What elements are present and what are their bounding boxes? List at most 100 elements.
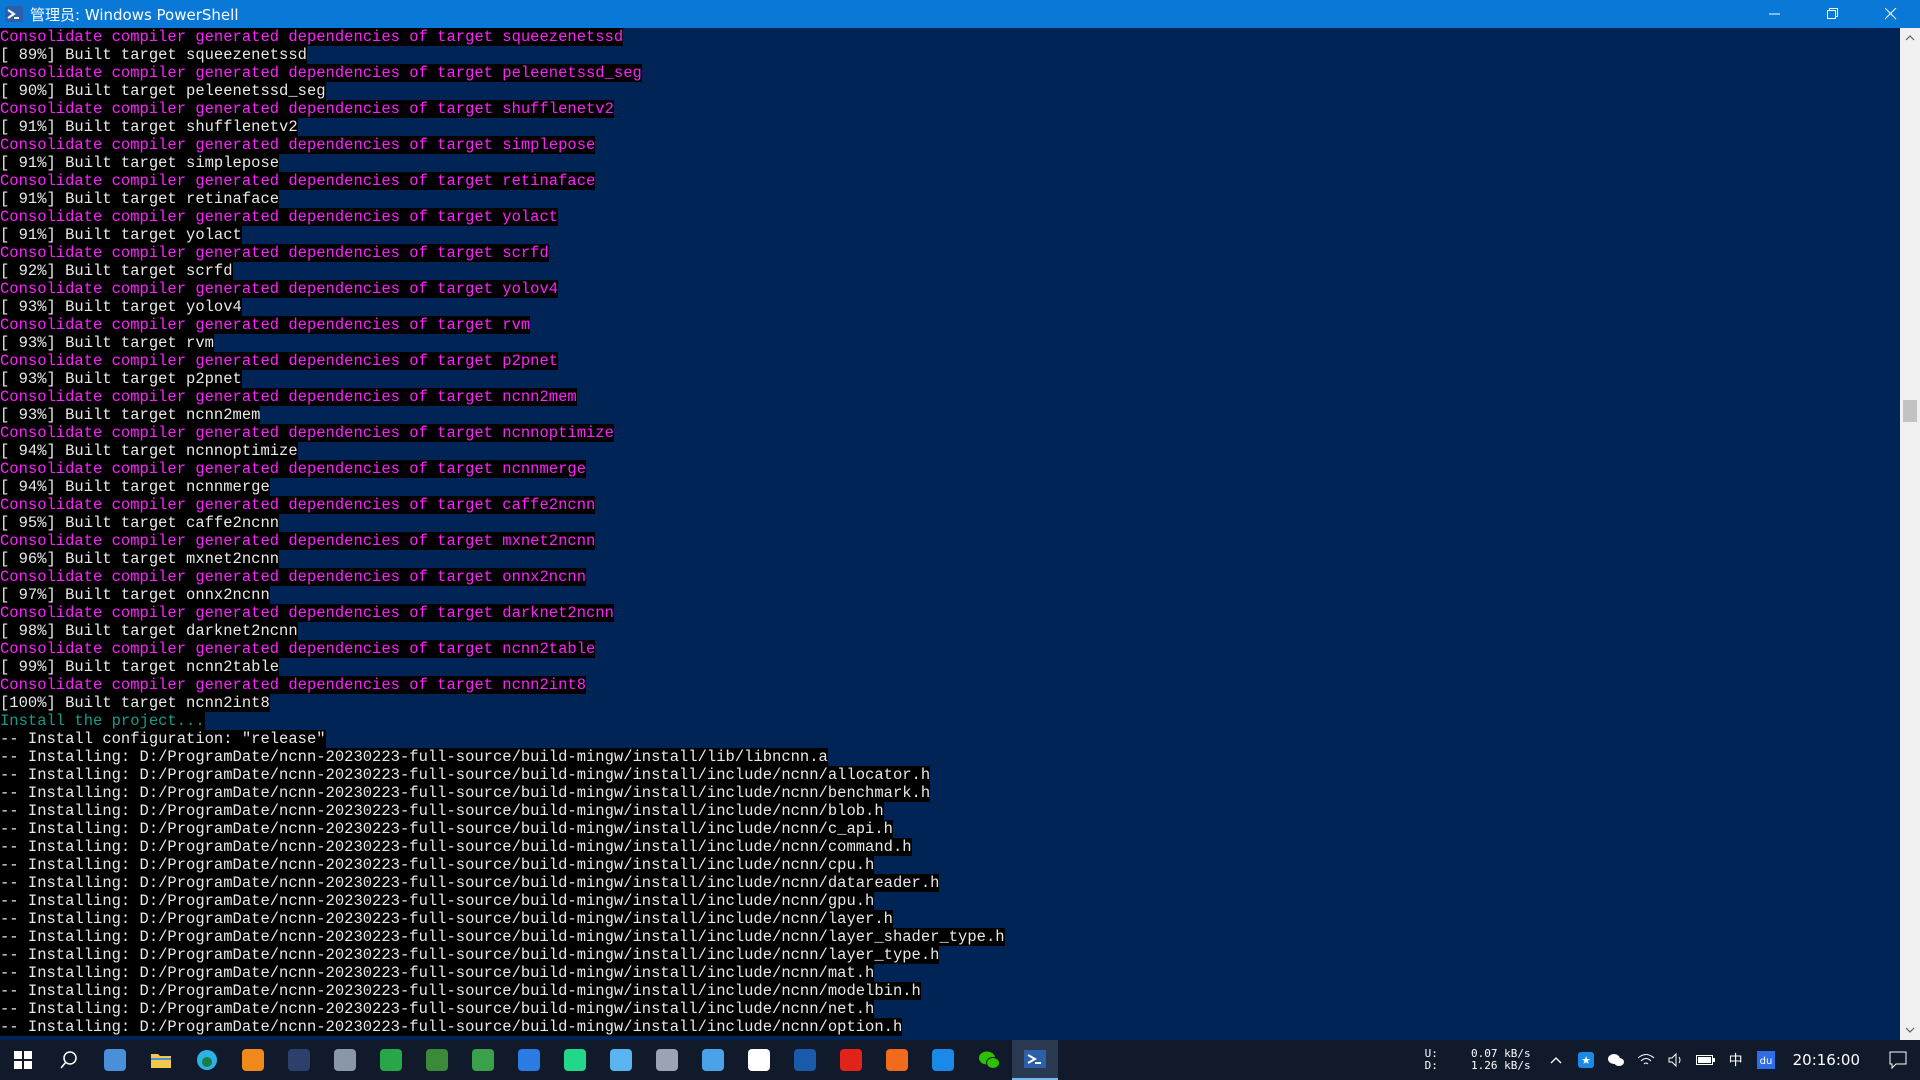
wifi-button[interactable]	[1631, 1040, 1661, 1080]
console-line: [ 95%] Built target caffe2ncnn	[0, 514, 1900, 532]
tray-app-baidu[interactable]: du	[1751, 1040, 1781, 1080]
title-bar: 管理员: Windows PowerShell	[0, 0, 1920, 28]
console-output[interactable]: Consolidate compiler generated dependenc…	[0, 28, 1900, 1040]
console-line-text: -- Installing: D:/ProgramDate/ncnn-20230…	[0, 856, 875, 874]
console-line: -- Installing: D:/ProgramDate/ncnn-20230…	[0, 874, 1900, 892]
console-line: -- Installing: D:/ProgramDate/ncnn-20230…	[0, 946, 1900, 964]
restore-button[interactable]	[1804, 0, 1862, 28]
search-icon	[59, 1050, 79, 1070]
console-line: -- Install configuration: "release"	[0, 730, 1900, 748]
wechat-icon	[978, 1050, 1000, 1070]
console-line: Consolidate compiler generated dependenc…	[0, 244, 1900, 262]
tray-app-star[interactable]: ★	[1571, 1040, 1601, 1080]
taskbar-app-star[interactable]	[920, 1040, 966, 1080]
search-button[interactable]	[46, 1040, 92, 1080]
console-line: -- Installing: D:/ProgramDate/ncnn-20230…	[0, 784, 1900, 802]
console-line: Consolidate compiler generated dependenc…	[0, 388, 1900, 406]
console-line-text: -- Installing: D:/ProgramDate/ncnn-20230…	[0, 838, 912, 856]
console-line-text: [ 93%] Built target rvm	[0, 334, 214, 352]
console-line: [ 91%] Built target retinaface	[0, 190, 1900, 208]
app-icon	[656, 1049, 678, 1071]
console-line-text: [ 92%] Built target scrfd	[0, 262, 233, 280]
taskbar-app-1[interactable]	[92, 1040, 138, 1080]
taskbar-app-mail[interactable]	[690, 1040, 736, 1080]
console-line-text: -- Installing: D:/ProgramDate/ncnn-20230…	[0, 964, 875, 982]
taskbar-app-calculator[interactable]	[322, 1040, 368, 1080]
taskbar-app-edge[interactable]	[184, 1040, 230, 1080]
taskbar-app-wechat[interactable]	[966, 1040, 1012, 1080]
console-line-text: [ 93%] Built target yolov4	[0, 298, 242, 316]
tray-app-wechat[interactable]	[1601, 1040, 1631, 1080]
taskbar-app-gear[interactable]	[644, 1040, 690, 1080]
app-icon	[840, 1049, 862, 1071]
console-line-text: Consolidate compiler generated dependenc…	[0, 208, 559, 226]
battery-icon	[1695, 1055, 1715, 1065]
app-icon	[886, 1049, 908, 1071]
speaker-icon	[1668, 1052, 1681, 1068]
app-icon	[426, 1049, 448, 1071]
taskbar-app-pycharm[interactable]	[552, 1040, 598, 1080]
console-line: -- Installing: D:/ProgramDate/ncnn-20230…	[0, 910, 1900, 928]
console-line-text: Consolidate compiler generated dependenc…	[0, 640, 596, 658]
close-icon	[1885, 8, 1897, 20]
console-line: [ 90%] Built target peleenetssd_seg	[0, 82, 1900, 100]
console-line-text: Consolidate compiler generated dependenc…	[0, 388, 577, 406]
console-line-text: -- Installing: D:/ProgramDate/ncnn-20230…	[0, 802, 884, 820]
action-center-button[interactable]	[1876, 1040, 1920, 1080]
wifi-icon	[1637, 1054, 1654, 1065]
volume-button[interactable]	[1661, 1040, 1691, 1080]
console-line: [ 92%] Built target scrfd	[0, 262, 1900, 280]
close-button[interactable]	[1862, 0, 1920, 28]
app-icon	[564, 1049, 586, 1071]
monitor-icon	[104, 1049, 126, 1071]
app-icon	[472, 1049, 494, 1071]
show-hidden-icons-button[interactable]	[1541, 1040, 1571, 1080]
system-clock[interactable]: 20:16:00	[1793, 1051, 1860, 1069]
console-line: Consolidate compiler generated dependenc…	[0, 568, 1900, 586]
battery-button[interactable]	[1691, 1040, 1721, 1080]
taskbar-app-typora[interactable]	[736, 1040, 782, 1080]
app-icon	[932, 1049, 954, 1071]
scroll-up-button[interactable]	[1900, 28, 1920, 48]
console-line: Consolidate compiler generated dependenc…	[0, 460, 1900, 478]
console-line-text: -- Installing: D:/ProgramDate/ncnn-20230…	[0, 946, 940, 964]
console-line-text: Consolidate compiler generated dependenc…	[0, 136, 596, 154]
console-line: [ 93%] Built target ncnn2mem	[0, 406, 1900, 424]
scroll-down-button[interactable]	[1900, 1020, 1920, 1040]
start-button[interactable]	[0, 1040, 46, 1080]
console-line: -- Installing: D:/ProgramDate/ncnn-20230…	[0, 1018, 1900, 1036]
taskbar-app-file-explorer[interactable]	[138, 1040, 184, 1080]
calculator-icon	[334, 1049, 356, 1071]
taskbar-app-dark[interactable]	[276, 1040, 322, 1080]
minimize-button[interactable]	[1746, 0, 1804, 28]
vertical-scrollbar[interactable]	[1900, 28, 1920, 1040]
folder-icon	[150, 1051, 172, 1069]
console-line-text: -- Install configuration: "release"	[0, 730, 326, 748]
console-line: Consolidate compiler generated dependenc…	[0, 100, 1900, 118]
taskbar-app-cloud[interactable]	[598, 1040, 644, 1080]
taskbar-app-blue-square[interactable]	[506, 1040, 552, 1080]
console-line-text: [100%] Built target ncnn2int8	[0, 694, 270, 712]
taskbar-app-search-tool[interactable]	[230, 1040, 276, 1080]
taskbar-app-netease-music[interactable]	[828, 1040, 874, 1080]
taskbar-app-green-book[interactable]	[460, 1040, 506, 1080]
console-line-text: [ 93%] Built target p2pnet	[0, 370, 242, 388]
console-line: [ 91%] Built target simplepose	[0, 154, 1900, 172]
console-line: [100%] Built target ncnn2int8	[0, 694, 1900, 712]
taskbar-app-green-circle[interactable]	[368, 1040, 414, 1080]
taskbar-app-blue-k[interactable]	[782, 1040, 828, 1080]
taskbar-app-orange[interactable]	[874, 1040, 920, 1080]
console-line: [ 91%] Built target yolact	[0, 226, 1900, 244]
console-line-text: -- Installing: D:/ProgramDate/ncnn-20230…	[0, 928, 1005, 946]
powershell-icon[interactable]	[4, 4, 24, 24]
star-icon: ★	[1577, 1052, 1594, 1068]
taskbar-app-powershell[interactable]	[1012, 1040, 1058, 1080]
taskbar-app-tree[interactable]	[414, 1040, 460, 1080]
scrollbar-thumb[interactable]	[1903, 400, 1917, 422]
app-icon	[288, 1049, 310, 1071]
window-title: 管理员: Windows PowerShell	[30, 5, 239, 24]
app-icon	[794, 1049, 816, 1071]
console-line: [ 93%] Built target rvm	[0, 334, 1900, 352]
console-line: [ 94%] Built target ncnnmerge	[0, 478, 1900, 496]
input-method-indicator[interactable]: 中	[1721, 1040, 1751, 1080]
